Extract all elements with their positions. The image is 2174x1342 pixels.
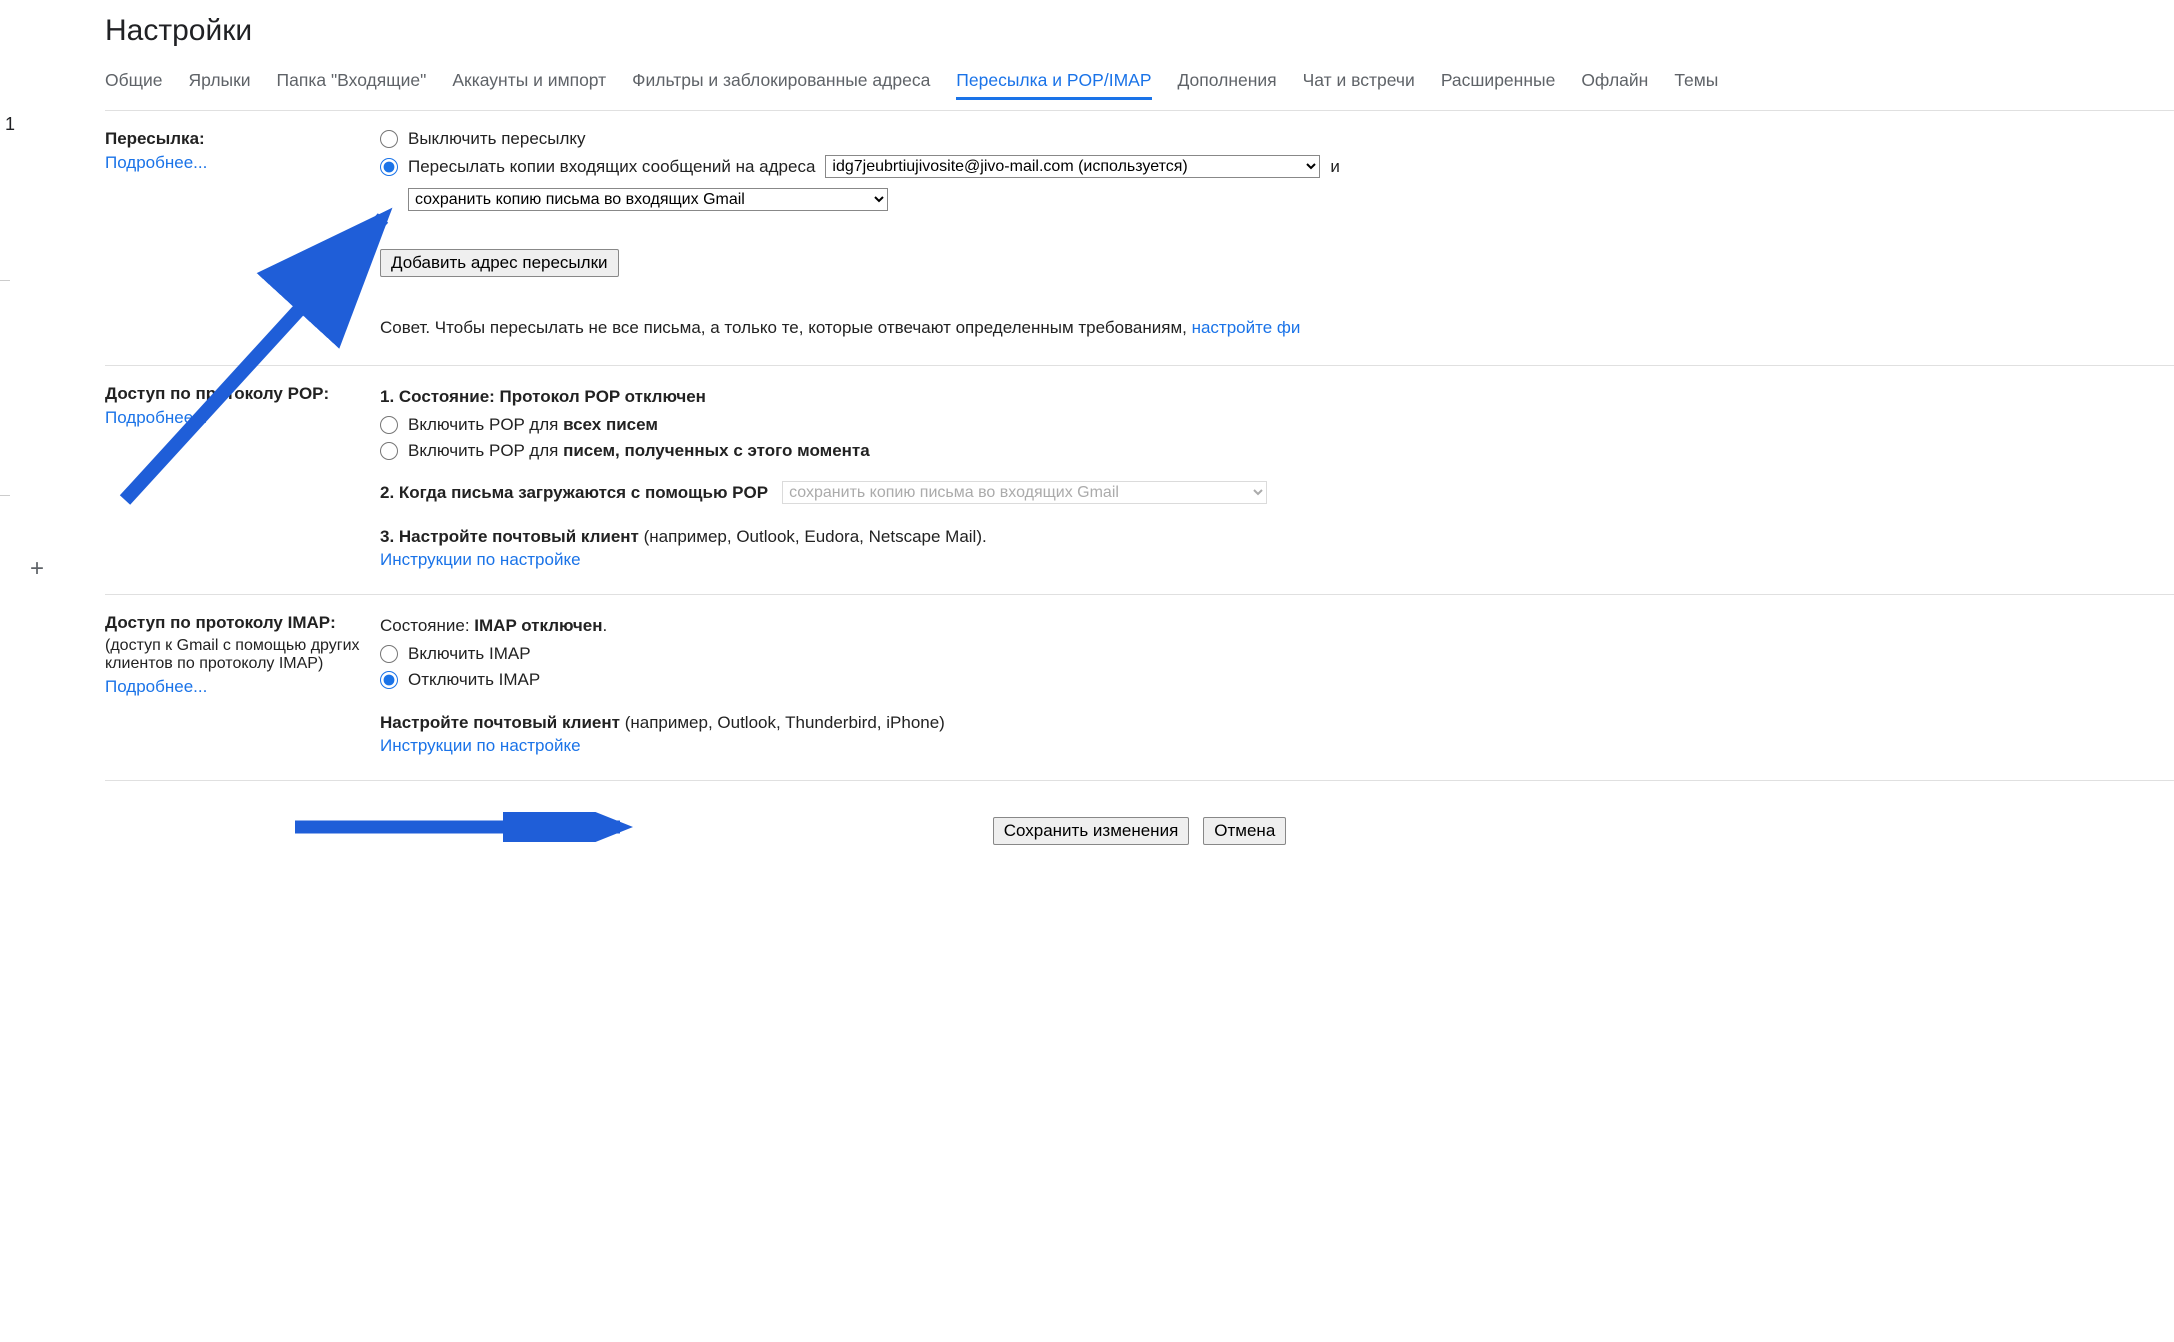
cancel-button[interactable]: Отмена (1203, 817, 1286, 845)
forwarding-enable-label: Пересылать копии входящих сообщений на а… (408, 157, 815, 177)
tab-addons[interactable]: Дополнения (1178, 70, 1277, 100)
imap-sub: (доступ к Gmail с помощью других клиенто… (105, 637, 365, 673)
forwarding-and-word: и (1330, 157, 1340, 177)
forwarding-tip-link[interactable]: настройте фи (1192, 318, 1301, 337)
forwarding-tip-text: Совет. Чтобы пересылать не все письма, а… (380, 318, 1192, 337)
imap-heading: Доступ по протоколу IMAP: (105, 613, 365, 633)
pop-section: Доступ по протоколу POP: Подробнее... 1.… (105, 384, 2174, 595)
divider (0, 495, 10, 496)
pop-enable-now-label: Включить POP для писем, полученных с это… (408, 441, 870, 461)
imap-instructions-link[interactable]: Инструкции по настройке (380, 736, 581, 755)
imap-status-dot: . (602, 616, 607, 635)
pop-step2-label: 2. Когда письма загружаются с помощью PO… (380, 483, 768, 503)
tab-labels[interactable]: Ярлыки (189, 70, 251, 100)
forwarding-heading: Пересылка: (105, 129, 365, 149)
imap-configure-rest: (например, Outlook, Thunderbird, iPhone) (620, 713, 945, 732)
page-title: Настройки (105, 14, 2174, 48)
imap-configure-bold: Настройте почтовый клиент (380, 713, 620, 732)
tab-inbox[interactable]: Папка "Входящие" (277, 70, 427, 100)
pop-enable-all-radio[interactable] (380, 416, 398, 434)
forwarding-disable-label: Выключить пересылку (408, 129, 586, 149)
pop-enable-all-label: Включить POP для всех писем (408, 415, 658, 435)
tab-forwarding-pop-imap[interactable]: Пересылка и POP/IMAP (956, 70, 1151, 100)
imap-status-value: IMAP отключен (474, 616, 602, 635)
forwarding-email-select[interactable]: idg7jeubrtiujivosite@jivo-mail.com (испо… (825, 155, 1320, 178)
imap-disable-radio[interactable] (380, 671, 398, 689)
tab-advanced[interactable]: Расширенные (1441, 70, 1556, 100)
tab-filters[interactable]: Фильтры и заблокированные адреса (632, 70, 930, 100)
pop-status-prefix: 1. Состояние: (380, 387, 500, 406)
tab-accounts[interactable]: Аккаунты и импорт (452, 70, 606, 100)
save-button[interactable]: Сохранить изменения (993, 817, 1190, 845)
forwarding-section: Пересылка: Подробнее... Выключить пересы… (105, 129, 2174, 366)
left-rail-count: 1 (5, 114, 15, 135)
add-forwarding-address-button[interactable]: Добавить адрес пересылки (380, 249, 619, 277)
divider (105, 110, 2174, 111)
pop-learn-more-link[interactable]: Подробнее... (105, 408, 207, 427)
imap-status-prefix: Состояние: (380, 616, 474, 635)
tab-general[interactable]: Общие (105, 70, 163, 100)
pop-enable-now-radio[interactable] (380, 442, 398, 460)
pop-action-select: сохранить копию письма во входящих Gmail (782, 481, 1267, 504)
pop-instructions-link[interactable]: Инструкции по настройке (380, 550, 581, 569)
imap-enable-label: Включить IMAP (408, 644, 531, 664)
tab-themes[interactable]: Темы (1674, 70, 1718, 100)
pop-step3-bold: 3. Настройте почтовый клиент (380, 527, 639, 546)
tab-chat[interactable]: Чат и встречи (1303, 70, 1415, 100)
divider (0, 280, 10, 281)
pop-status-value: Протокол POP отключен (500, 387, 706, 406)
forwarding-learn-more-link[interactable]: Подробнее... (105, 153, 207, 172)
imap-disable-label: Отключить IMAP (408, 670, 540, 690)
forwarding-action-select[interactable]: сохранить копию письма во входящих Gmail (408, 188, 888, 211)
settings-tabs: Общие Ярлыки Папка "Входящие" Аккаунты и… (105, 70, 2174, 100)
pop-step3-rest: (например, Outlook, Eudora, Netscape Mai… (639, 527, 987, 546)
action-buttons: Сохранить изменения Отмена (105, 799, 2174, 845)
plus-icon[interactable]: + (30, 555, 44, 583)
forwarding-disable-radio[interactable] (380, 130, 398, 148)
imap-learn-more-link[interactable]: Подробнее... (105, 677, 207, 696)
pop-heading: Доступ по протоколу POP: (105, 384, 365, 404)
tab-offline[interactable]: Офлайн (1581, 70, 1648, 100)
imap-enable-radio[interactable] (380, 645, 398, 663)
imap-section: Доступ по протоколу IMAP: (доступ к Gmai… (105, 613, 2174, 781)
forwarding-enable-radio[interactable] (380, 158, 398, 176)
